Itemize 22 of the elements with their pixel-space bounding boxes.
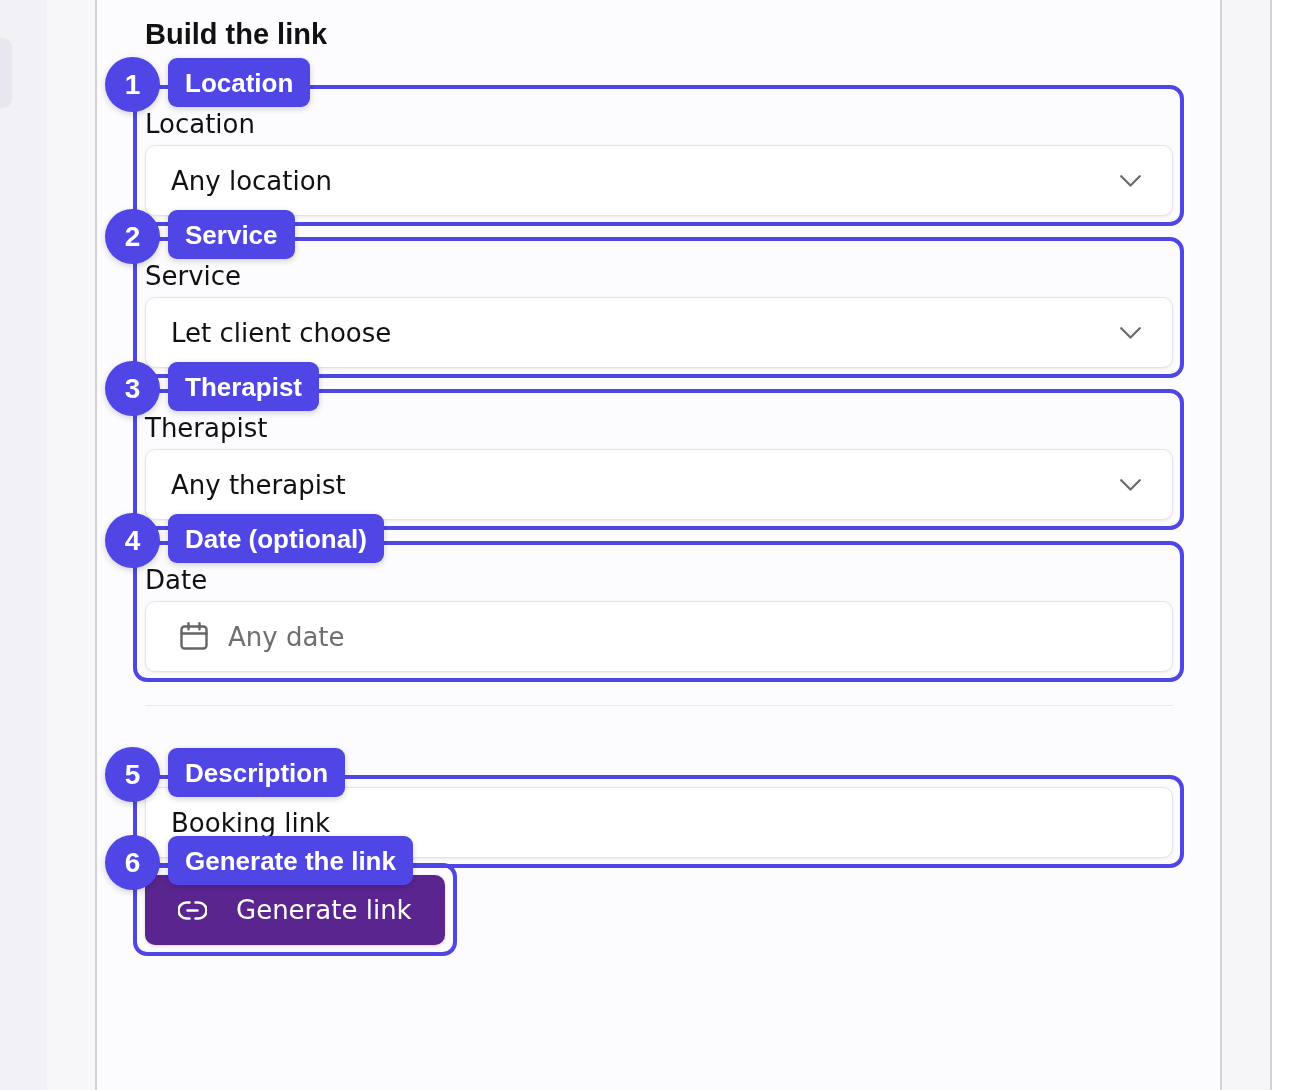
step-label-tooltip: Service — [168, 210, 295, 259]
step-number-tooltip: 6 — [105, 835, 160, 890]
step-label-tooltip: Location — [168, 58, 311, 107]
chevron-down-icon — [1120, 326, 1141, 339]
step-number-tooltip: 5 — [105, 747, 160, 802]
select-field[interactable]: Any therapist — [145, 449, 1173, 520]
chevron-down-icon — [1120, 478, 1141, 491]
select-field[interactable]: Any location — [145, 145, 1173, 216]
step-number-tooltip: 4 — [105, 513, 160, 568]
step-number-tooltip: 2 — [105, 209, 160, 264]
link-icon — [178, 900, 207, 920]
section-heading: Build the link — [145, 17, 329, 52]
step-label-tooltip: Date (optional) — [168, 514, 384, 563]
chevron-down-icon — [1120, 174, 1141, 187]
date-field[interactable]: Any date — [145, 601, 1173, 672]
calendar-icon — [180, 622, 208, 650]
step-number-tooltip: 1 — [105, 57, 160, 112]
step-label-tooltip: Description — [168, 748, 346, 797]
select-field[interactable]: Let client choose — [145, 297, 1173, 368]
step-label-tooltip: Therapist — [168, 362, 320, 411]
step-label-tooltip: Generate the link — [168, 836, 413, 885]
step-number-tooltip: 3 — [105, 361, 160, 416]
